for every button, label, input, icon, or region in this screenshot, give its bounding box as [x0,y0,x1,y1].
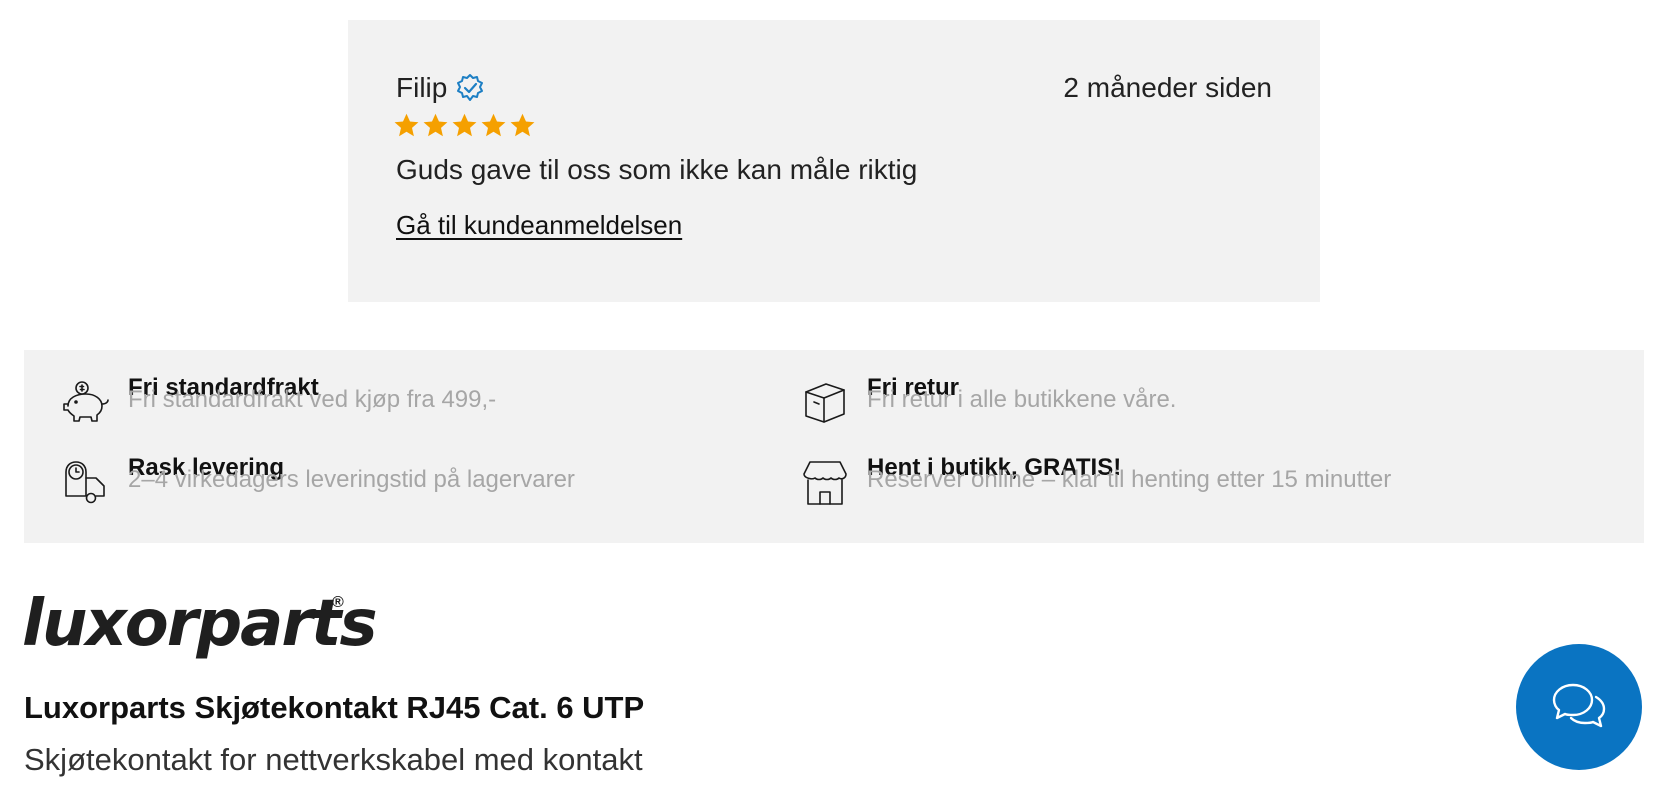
review-card: Filip 2 måneder siden Guds gave til oss … [348,20,1320,302]
verified-badge-icon [455,73,485,103]
benefit-subtitle: Fri retur i alle butikkene våre. [867,386,1177,413]
box-icon [800,380,852,428]
benefit-subtitle: 2–4 virkedagers leveringstid på lagervar… [128,466,575,493]
product-title: Luxorparts Skjøtekontakt RJ45 Cat. 6 UTP [24,690,645,725]
benefit-subtitle: Reserver online – klar til henting etter… [867,466,1392,493]
delivery-truck-clock-icon [62,460,114,508]
review-text: Guds gave til oss som ikke kan måle rikt… [396,154,918,185]
star-rating [393,112,536,139]
reviewer: Filip [396,72,485,104]
benefits-bar: Fri standardfrakt Fri standardfrakt ved … [24,350,1644,543]
registered-mark: ® [332,594,344,611]
storefront-icon [800,460,852,508]
chat-button[interactable] [1516,644,1642,770]
star-icon [480,112,507,139]
star-icon [509,112,536,139]
chat-bubbles-icon [1552,683,1606,728]
brand-logo-text: luxorparts [22,587,378,661]
star-icon [422,112,449,139]
piggy-bank-icon [62,380,114,428]
product-subtitle: Skjøtekontakt for nettverkskabel med kon… [24,742,643,777]
star-icon [393,112,420,139]
reviewer-name: Filip [396,72,448,103]
star-icon [451,112,478,139]
go-to-review-link[interactable]: Gå til kundeanmeldelsen [396,210,682,241]
brand-logo: luxorparts ® [22,584,378,664]
review-date: 2 måneder siden [1063,72,1272,103]
benefit-subtitle: Fri standardfrakt ved kjøp fra 499,- [128,386,497,413]
